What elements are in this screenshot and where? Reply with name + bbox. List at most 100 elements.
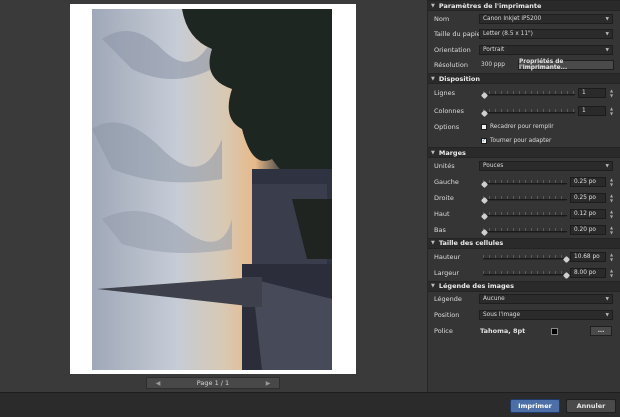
chevron-down-icon: ▼ bbox=[605, 297, 609, 303]
page-navigator: ◀ Page 1 / 1 ▶ bbox=[146, 377, 280, 389]
orientation-select[interactable]: Portrait ▼ bbox=[479, 44, 613, 55]
columns-label: Colonnes bbox=[434, 107, 464, 115]
printer-name-value: Canon Inkjet iP5200 bbox=[483, 15, 542, 22]
rotate-to-fit-checkbox[interactable]: ✓ bbox=[481, 137, 487, 144]
section-header-printer[interactable]: ▼ Paramètres de l'imprimante bbox=[428, 0, 620, 11]
units-select[interactable]: Pouces ▼ bbox=[479, 160, 613, 171]
triangle-left-icon[interactable]: ◀ bbox=[152, 380, 164, 387]
font-color-swatch[interactable] bbox=[551, 327, 558, 335]
cell-height-slider[interactable] bbox=[483, 254, 571, 263]
margin-bottom-stepper[interactable]: ▲ ▼ bbox=[608, 225, 615, 235]
checkmark-icon: ✓ bbox=[481, 137, 487, 144]
cell-width-slider[interactable] bbox=[483, 270, 571, 279]
dialog-footer: Imprimer Annuler bbox=[0, 392, 620, 417]
margin-top-stepper[interactable]: ▲ ▼ bbox=[608, 209, 615, 219]
slider-track bbox=[483, 198, 567, 201]
crop-to-fill-checkbox[interactable] bbox=[481, 124, 487, 130]
section-header-cell-size[interactable]: ▼ Taille des cellules bbox=[428, 237, 620, 249]
paper-preview bbox=[70, 4, 356, 374]
settings-panel: ▼ Paramètres de l'imprimante Nom Canon I… bbox=[427, 0, 620, 392]
rotate-row: ✓ Tourner pour adapter bbox=[428, 134, 620, 147]
margin-right-row: Droite 0.25 po ▲ ▼ bbox=[428, 190, 620, 206]
margin-bottom-input[interactable]: 0.20 po bbox=[570, 224, 606, 235]
units-value: Pouces bbox=[483, 162, 504, 169]
caption-label: Légende bbox=[434, 295, 462, 304]
slider-track bbox=[483, 112, 575, 114]
columns-input[interactable]: 1 bbox=[578, 106, 606, 116]
rows-input[interactable]: 1 bbox=[578, 88, 606, 98]
slider-track bbox=[483, 230, 567, 233]
margin-top-row: Haut 0.12 po ▲ ▼ bbox=[428, 206, 620, 222]
rows-label: Lignes bbox=[434, 89, 456, 97]
caption-row: Légende Aucune ▼ bbox=[428, 292, 620, 308]
cell-height-stepper[interactable]: ▲ ▼ bbox=[608, 252, 615, 262]
paper-size-value: Letter (8.5 x 11") bbox=[483, 31, 533, 38]
cell-height-label: Hauteur bbox=[434, 252, 461, 261]
margin-right-label: Droite bbox=[434, 193, 454, 202]
collapse-triangle-icon: ▼ bbox=[431, 149, 435, 156]
section-title: Disposition bbox=[438, 74, 480, 83]
section-title: Taille des cellules bbox=[438, 239, 504, 247]
printer-name-select[interactable]: Canon Inkjet iP5200 ▼ bbox=[479, 13, 613, 24]
printer-properties-button[interactable]: Propriétés de l'imprimante... bbox=[518, 59, 614, 71]
cell-height-input[interactable]: 10.68 po bbox=[570, 251, 606, 262]
section-header-captions[interactable]: ▼ Légende des images bbox=[428, 280, 620, 292]
margin-right-stepper[interactable]: ▲ ▼ bbox=[608, 193, 615, 203]
cancel-button[interactable]: Annuler bbox=[566, 399, 616, 413]
margin-right-input[interactable]: 0.25 po bbox=[570, 192, 606, 203]
columns-stepper[interactable]: ▲ ▼ bbox=[608, 106, 615, 116]
margin-right-slider[interactable] bbox=[480, 195, 567, 204]
printer-name-label: Nom bbox=[434, 14, 450, 23]
margin-left-slider[interactable] bbox=[480, 179, 567, 188]
chevron-down-icon: ▼ bbox=[605, 163, 609, 169]
caption-position-select[interactable]: Sous l'image ▼ bbox=[479, 309, 613, 320]
orientation-label: Orientation bbox=[434, 45, 471, 54]
triangle-right-icon[interactable]: ▶ bbox=[262, 380, 274, 387]
cell-width-row: Largeur 8.00 po ▲ ▼ bbox=[428, 265, 620, 281]
section-title: Paramètres de l'imprimante bbox=[438, 1, 542, 10]
margin-top-label: Haut bbox=[434, 209, 450, 218]
print-preview-area: ◀ Page 1 / 1 ▶ bbox=[0, 0, 427, 392]
margin-top-input[interactable]: 0.12 po bbox=[570, 208, 606, 219]
units-row: Unités Pouces ▼ bbox=[428, 158, 620, 174]
cell-width-input[interactable]: 8.00 po bbox=[570, 267, 606, 278]
paper-size-row: Taille du papier Letter (8.5 x 11") ▼ bbox=[428, 27, 620, 43]
crop-to-fill-label: Recadrer pour remplir bbox=[490, 124, 554, 130]
slider-thumb[interactable] bbox=[562, 271, 571, 279]
paper-size-label: Taille du papier bbox=[434, 30, 484, 39]
margin-left-label: Gauche bbox=[434, 177, 459, 186]
print-button[interactable]: Imprimer bbox=[510, 399, 560, 413]
caption-select[interactable]: Aucune ▼ bbox=[479, 294, 613, 305]
margin-bottom-slider[interactable] bbox=[480, 227, 567, 236]
chevron-down-icon: ▼ bbox=[605, 47, 609, 53]
section-title: Marges bbox=[438, 148, 466, 157]
collapse-triangle-icon: ▼ bbox=[431, 75, 435, 82]
margin-top-slider[interactable] bbox=[480, 211, 567, 220]
paper-size-select[interactable]: Letter (8.5 x 11") ▼ bbox=[479, 29, 613, 40]
font-label: Police bbox=[434, 327, 453, 335]
cell-width-stepper[interactable]: ▲ ▼ bbox=[608, 268, 615, 278]
caption-position-label: Position bbox=[434, 310, 460, 319]
font-value: Tahoma, 8pt bbox=[480, 327, 526, 335]
caption-position-row: Position Sous l'image ▼ bbox=[428, 307, 620, 323]
rows-stepper[interactable]: ▲ ▼ bbox=[608, 88, 615, 98]
page-indicator: Page 1 / 1 bbox=[196, 379, 230, 387]
section-header-layout[interactable]: ▼ Disposition bbox=[428, 73, 620, 84]
margin-left-input[interactable]: 0.25 po bbox=[570, 176, 606, 187]
printer-name-row: Nom Canon Inkjet iP5200 ▼ bbox=[428, 11, 620, 27]
cell-height-row: Hauteur 10.68 po ▲ ▼ bbox=[428, 249, 620, 265]
columns-slider[interactable] bbox=[480, 109, 575, 118]
slider-track bbox=[483, 257, 567, 260]
section-header-margins[interactable]: ▼ Marges bbox=[428, 147, 620, 158]
print-dialog: ◀ Page 1 / 1 ▶ ▼ Paramètres de l'imprima… bbox=[0, 0, 620, 417]
slider-track bbox=[483, 94, 575, 96]
slider-thumb[interactable] bbox=[562, 255, 571, 263]
units-label: Unités bbox=[434, 161, 455, 170]
margin-left-stepper[interactable]: ▲ ▼ bbox=[608, 177, 615, 187]
font-picker-button[interactable]: ... bbox=[590, 326, 612, 336]
resolution-label: Résolution bbox=[434, 61, 468, 70]
collapse-triangle-icon: ▼ bbox=[431, 2, 435, 9]
rows-slider[interactable] bbox=[480, 91, 575, 100]
resolution-value: 300 ppp bbox=[481, 62, 505, 69]
margin-bottom-label: Bas bbox=[434, 225, 446, 234]
